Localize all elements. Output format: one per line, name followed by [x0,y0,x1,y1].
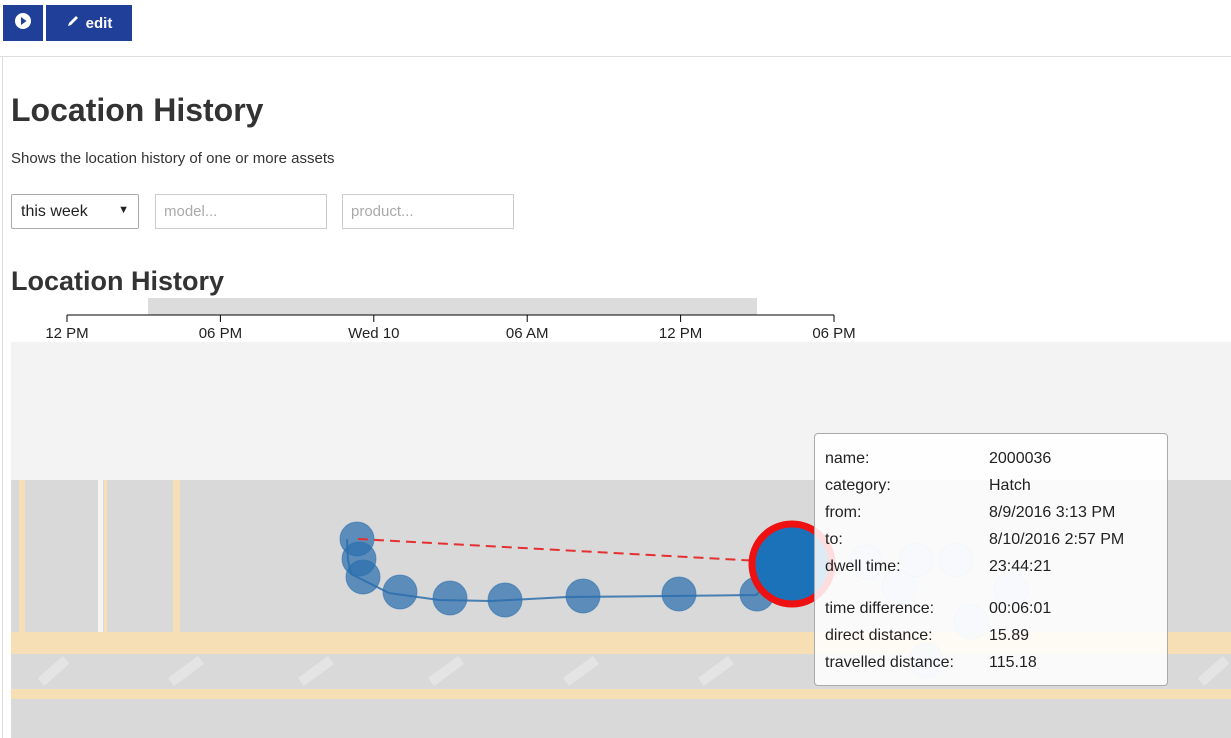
tooltip-value-from: 8/9/2016 3:13 PM [989,504,1116,521]
tooltip-label-dwell-time: dwell time: [825,558,901,575]
tooltip-value-category: Hatch [989,477,1031,494]
tooltip-label-direct-distance: direct distance: [825,627,933,644]
tooltip-label-time-difference: time difference: [825,600,935,617]
timeline-tick-label: 06 AM [506,325,549,342]
tooltip-value-name: 2000036 [989,450,1052,467]
tooltip-label-travelled-distance: travelled distance: [825,654,954,671]
timeline-tick-label: 06 PM [812,325,855,342]
asset-tooltip: name: 2000036 category: Hatch from: 8/9/… [814,433,1168,686]
tooltip-label-to: to: [825,531,843,548]
tooltip-label-from: from: [825,504,862,521]
tooltip-value-travelled-distance: 115.18 [989,654,1037,671]
tooltip-value-direct-distance: 15.89 [989,627,1030,644]
tooltip-label-name: name: [825,450,870,467]
timeline-tick-label: Wed 10 [348,325,399,342]
timeline-tick-label: 12 PM [659,325,702,342]
tooltip-value-to: 8/10/2016 2:57 PM [989,531,1125,548]
timeline-tick-label: 12 PM [45,325,88,342]
tooltip-label-category: category: [825,477,891,494]
timeline-axis: 12 PM 06 PM Wed 10 06 AM 12 PM 06 PM [45,314,856,342]
timeline-tick-label: 06 PM [199,325,242,342]
tooltip-value-time-difference: 00:06:01 [989,600,1052,617]
tooltip-value-dwell-time: 23:44:21 [989,558,1052,575]
